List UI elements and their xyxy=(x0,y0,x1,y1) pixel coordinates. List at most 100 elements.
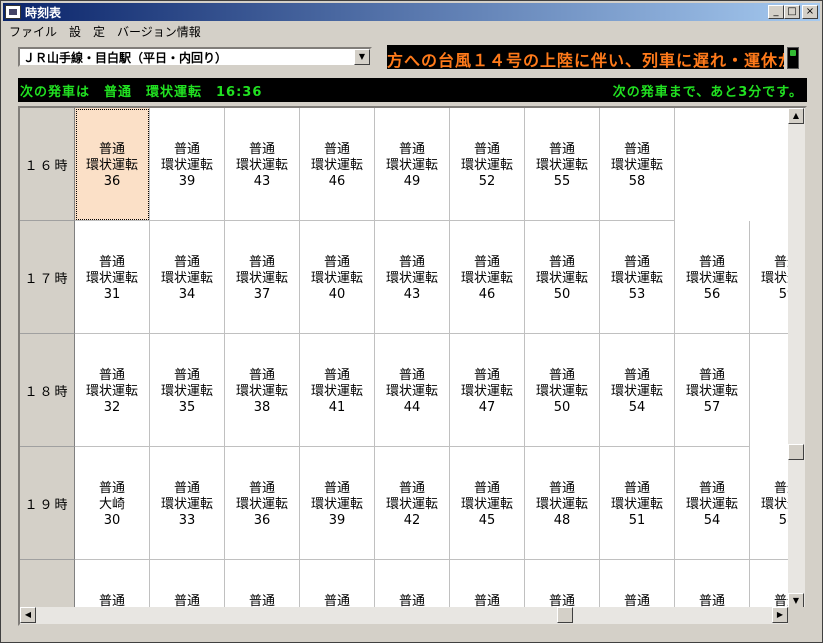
departure-minute: 36 xyxy=(253,513,271,528)
train-cell[interactable]: 普通 環状運転 46 xyxy=(450,221,525,334)
train-cell[interactable]: 普通 環状運転 39 xyxy=(300,447,375,560)
train-cell[interactable]: 普通 環状運転 35 xyxy=(150,334,225,447)
station-select[interactable]: ＪＲ山手線・目白駅（平日・内回り） ▼ xyxy=(18,47,372,67)
train-destination: 環状運転 xyxy=(610,384,663,399)
train-cell[interactable]: 普通 環状運転 56 xyxy=(675,221,750,334)
departure-minute: 52 xyxy=(478,174,496,189)
train-cell[interactable]: 普通 xyxy=(75,560,150,609)
vertical-scroll-thumb[interactable] xyxy=(788,444,804,460)
train-cell[interactable]: 普通 xyxy=(600,560,675,609)
train-cell[interactable]: 普通 環状運転 44 xyxy=(375,334,450,447)
train-destination: 環状運転 xyxy=(235,384,288,399)
departure-minute: 39 xyxy=(328,513,346,528)
departure-minute: 46 xyxy=(328,174,346,189)
station-select-value: ＪＲ山手線・目白駅（平日・内回り） xyxy=(23,50,228,65)
departure-minute: 54 xyxy=(703,513,721,528)
train-cell[interactable]: 普通 環状運転 50 xyxy=(525,334,600,447)
train-cell[interactable]: 普通 環状運転 43 xyxy=(225,108,300,221)
train-cell[interactable]: 普通 環状運転 45 xyxy=(450,447,525,560)
train-cell[interactable]: 普通 xyxy=(300,560,375,609)
train-destination: 環状運転 xyxy=(235,497,288,512)
train-cell[interactable]: 普通 環状運転 46 xyxy=(300,108,375,221)
departure-minute: 30 xyxy=(103,513,121,528)
train-cell[interactable]: 普通 xyxy=(150,560,225,609)
train-cell[interactable]: 普通 xyxy=(375,560,450,609)
train-cell[interactable]: 普通 xyxy=(225,560,300,609)
scroll-left-icon[interactable]: ◀ xyxy=(20,607,36,623)
train-cell[interactable]: 普通 環状運転 33 xyxy=(150,447,225,560)
train-destination: 環状運転 xyxy=(160,158,213,173)
hour-row: １８時 普通 環状運転 32 普通 環状運転 35 普通 環状運転 38 普通 環状運転 41 普通 環状運… xyxy=(20,334,788,447)
close-button[interactable]: × xyxy=(802,5,818,19)
train-cell[interactable]: 普通 環状運転 32 xyxy=(75,334,150,447)
train-cell[interactable]: 普通 環状運転 43 xyxy=(375,221,450,334)
timetable-view: １６時 普通 環状運転 36 普通 環状運転 39 普通 環状運転 43 普通 環状運転 46 普通 環状運… xyxy=(20,108,788,609)
train-cell[interactable]: 普通 xyxy=(525,560,600,609)
next-departure-text: 次の発車は 普通 環状運転 16:36 xyxy=(20,85,263,100)
departure-minute: 46 xyxy=(478,287,496,302)
train-destination: 環状運転 xyxy=(685,497,738,512)
train-type: 普通 xyxy=(248,142,275,157)
train-cell[interactable]: 普通 xyxy=(450,560,525,609)
next-departure-bar: 次の発車は 普通 環状運転 16:36 次の発車まで、あと3分です。 xyxy=(18,78,807,102)
train-cell[interactable]: 普通 環状運転 34 xyxy=(150,221,225,334)
train-cell[interactable]: 普通 環状運転 50 xyxy=(525,221,600,334)
departure-minute: 36 xyxy=(103,174,121,189)
minimize-button[interactable]: _ xyxy=(768,5,784,19)
horizontal-scroll-thumb[interactable] xyxy=(557,607,573,623)
scroll-up-icon[interactable]: ▲ xyxy=(788,108,804,124)
train-cell[interactable]: 普通 環状運転 36 xyxy=(75,108,150,221)
horizontal-scrollbar[interactable]: ◀ ▶ xyxy=(20,607,788,624)
menu-settings[interactable]: 設 定 xyxy=(63,23,111,40)
train-cell[interactable]: 普通 環状運転 54 xyxy=(675,447,750,560)
scroll-right-icon[interactable]: ▶ xyxy=(772,607,788,623)
train-type: 普通 xyxy=(773,255,788,270)
train-destination: 環状運転 xyxy=(460,497,513,512)
menu-file[interactable]: ファイル xyxy=(3,23,63,40)
train-cell[interactable]: 普通 環状運転 57 xyxy=(675,334,750,447)
train-cell[interactable]: 普通 環状運転 38 xyxy=(225,334,300,447)
train-cell[interactable]: 普通 環状運転 36 xyxy=(225,447,300,560)
train-destination: 環状運転 xyxy=(235,271,288,286)
train-cell[interactable]: 普通 環状運転 42 xyxy=(375,447,450,560)
train-cell[interactable]: 普通 環状運転 55 xyxy=(525,108,600,221)
train-destination: 環状運転 xyxy=(460,384,513,399)
train-cell[interactable]: 普通 環状運転 40 xyxy=(300,221,375,334)
train-cell[interactable]: 普通 環状運転 31 xyxy=(75,221,150,334)
app-icon[interactable] xyxy=(5,5,21,19)
hour-label xyxy=(20,560,75,609)
train-destination: 環状運転 xyxy=(535,271,588,286)
signal-lamp-icon xyxy=(787,47,799,69)
departure-minute: 35 xyxy=(178,400,196,415)
train-cell[interactable]: 普通 大崎 30 xyxy=(75,447,150,560)
train-cell[interactable]: 普通 環状運転 48 xyxy=(525,447,600,560)
train-cell[interactable]: 普通 環状運転 37 xyxy=(225,221,300,334)
train-cell[interactable]: 普通環状運転59 xyxy=(750,221,788,334)
departure-minute: 33 xyxy=(178,513,196,528)
dropdown-arrow-icon[interactable]: ▼ xyxy=(354,49,370,65)
train-type: 普通 xyxy=(323,368,350,383)
vertical-scrollbar[interactable]: ▲ ▼ xyxy=(788,108,805,609)
train-cell[interactable]: 普通 環状運転 49 xyxy=(375,108,450,221)
train-cell[interactable]: 普通環状運転58 xyxy=(600,108,675,221)
train-type: 普通 xyxy=(323,142,350,157)
maximize-button[interactable]: □ xyxy=(784,5,800,19)
train-cell[interactable]: 普通環状運転58 xyxy=(750,447,788,560)
train-cell[interactable]: 普通 環状運転 54 xyxy=(600,334,675,447)
menu-version-info[interactable]: バージョン情報 xyxy=(111,23,207,40)
train-destination: 環状運転 xyxy=(460,271,513,286)
train-cell[interactable]: 普通 xyxy=(675,560,750,609)
train-cell[interactable]: 普通 環状運転 47 xyxy=(450,334,525,447)
train-cell[interactable]: 普通 環状運転 41 xyxy=(300,334,375,447)
train-cell[interactable]: 普通 xyxy=(750,560,788,609)
train-cell[interactable]: 普通 環状運転 52 xyxy=(450,108,525,221)
train-cell[interactable]: 普通 環状運転 51 xyxy=(600,447,675,560)
train-destination: 環状運転 xyxy=(610,158,663,173)
train-cell[interactable]: 普通 環状運転 53 xyxy=(600,221,675,334)
train-type: 普通 xyxy=(473,255,500,270)
train-type: 普通 xyxy=(473,368,500,383)
train-cell[interactable]: 普通 環状運転 39 xyxy=(150,108,225,221)
title-bar[interactable]: 時刻表 _ □ × xyxy=(3,3,820,21)
hour-row: １９時 普通 大崎 30 普通 環状運転 33 普通 環状運転 36 普通 環状運転 39 普通 環状運転 4… xyxy=(20,447,788,560)
departure-minute: 56 xyxy=(703,287,721,302)
